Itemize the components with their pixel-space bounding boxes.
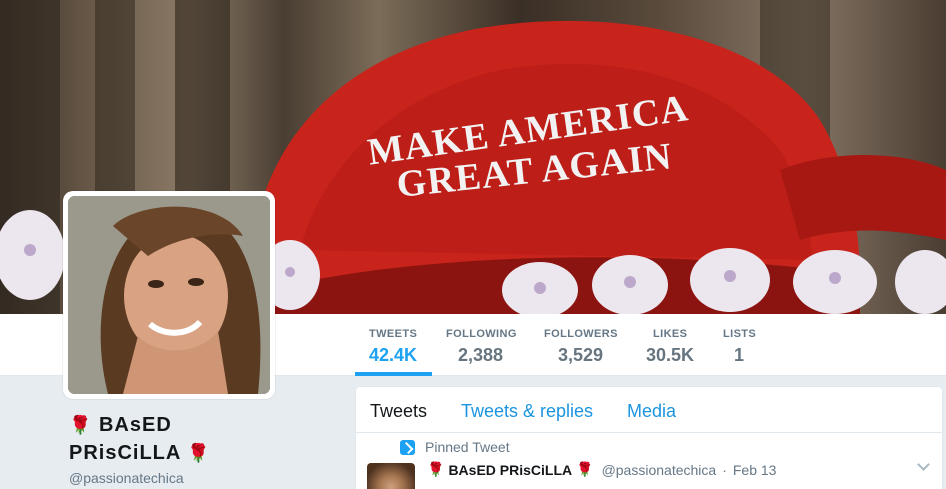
profile-avatar-frame[interactable] — [63, 191, 275, 399]
stat-tweets-value: 42.4K — [369, 345, 418, 365]
tab-tweets-and-replies[interactable]: Tweets & replies — [461, 401, 593, 422]
stat-following[interactable]: FOLLOWING 2,388 — [446, 314, 517, 376]
timeline-tabs: Tweets Tweets & replies Media — [356, 387, 942, 433]
pin-icon — [400, 439, 415, 455]
stat-lists-value: 1 — [734, 345, 745, 365]
profile-name-line1: BAsED — [98, 414, 172, 436]
pinned-tweet-context: Pinned Tweet — [400, 439, 510, 455]
stat-tweets[interactable]: TWEETS 42.4K — [355, 314, 432, 376]
tab-media[interactable]: Media — [627, 401, 676, 422]
profile-avatar — [68, 196, 270, 394]
tweet-author-avatar[interactable] — [367, 463, 415, 489]
tweet-timestamp[interactable]: Feb 13 — [733, 462, 777, 478]
tweet-author-handle[interactable]: @passionatechica — [602, 462, 717, 478]
profile-page: MAKE AMERICA GREAT AGAIN TWEETS 42.4K FO… — [0, 0, 946, 489]
tweet-author-name[interactable]: BAsED PRisCiLLA — [448, 462, 572, 478]
chevron-down-icon[interactable] — [916, 459, 930, 473]
stat-following-value: 2,388 — [458, 345, 504, 365]
stat-tweets-label: TWEETS — [369, 328, 418, 340]
stat-followers-value: 3,529 — [558, 345, 604, 365]
profile-handle[interactable]: @passionatechica — [69, 470, 184, 486]
rose-emoji: 🌹 — [187, 443, 211, 463]
stat-following-label: FOLLOWING — [446, 328, 517, 340]
stat-followers[interactable]: FOLLOWERS 3,529 — [544, 314, 618, 376]
profile-display-name[interactable]: 🌹 BAsED PRisCiLLA 🌹 — [69, 411, 269, 467]
timeline-panel: Tweets Tweets & replies Media Pinned Twe… — [355, 386, 943, 489]
rose-emoji: 🌹 — [427, 461, 445, 477]
avatar-photo — [68, 196, 270, 394]
stat-lists-label: LISTS — [723, 328, 757, 340]
pinned-tweet-label: Pinned Tweet — [425, 439, 510, 455]
stat-likes-value: 30.5K — [646, 345, 695, 365]
stat-followers-label: FOLLOWERS — [544, 328, 618, 340]
stat-likes-label: LIKES — [653, 328, 688, 340]
tweet-header: 🌹 BAsED PRisCiLLA 🌹 @passionatechica · F… — [427, 461, 776, 478]
profile-name-line2: PRisCiLLA — [69, 442, 181, 464]
tweet-separator: · — [722, 461, 727, 478]
tab-tweets[interactable]: Tweets — [370, 401, 427, 422]
stat-likes[interactable]: LIKES 30.5K — [646, 314, 694, 376]
stat-lists[interactable]: LISTS 1 — [723, 314, 756, 376]
rose-emoji: 🌹 — [576, 461, 594, 477]
rose-emoji: 🌹 — [69, 415, 93, 435]
